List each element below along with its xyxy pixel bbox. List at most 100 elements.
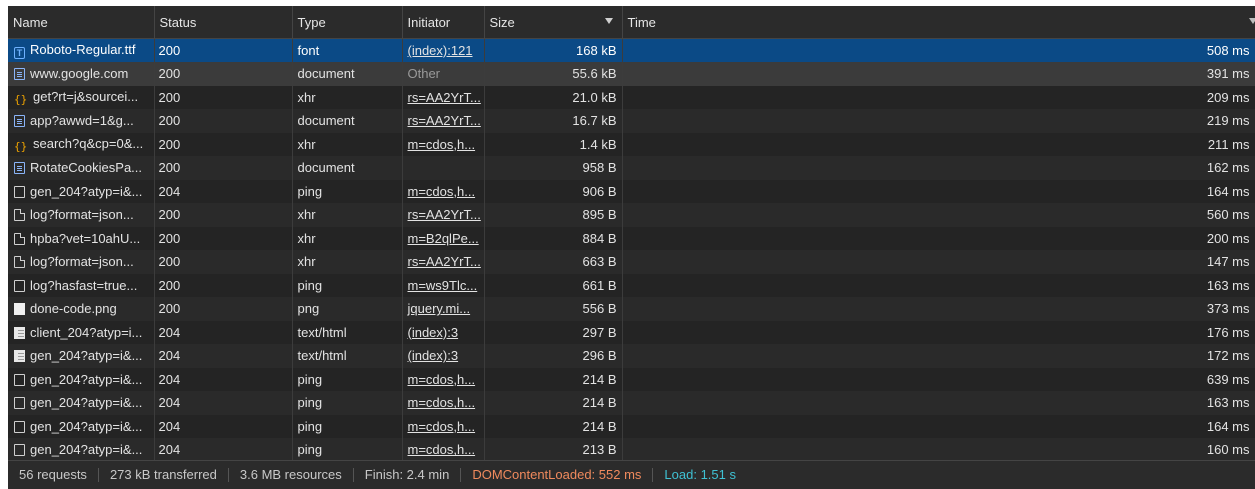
initiator-link[interactable]: m=cdos,h... — [408, 395, 476, 410]
cell-time: 147 ms — [622, 250, 1255, 274]
cell-initiator: (index):121 — [402, 38, 485, 62]
table-row[interactable]: hpba?vet=10ahU... 200 xhr m=B2qlPe... 884 B2… — [8, 226, 1255, 250]
cell-type: xhr — [292, 85, 403, 109]
request-name: hpba?vet=10ahU... — [30, 230, 141, 246]
cell-time: 163 ms — [622, 391, 1255, 415]
cell-name[interactable]: {} search?q&cp=0&... — [8, 132, 155, 156]
blank-file-icon — [14, 185, 25, 198]
cell-time: 209 ms — [622, 85, 1255, 109]
column-header-type[interactable]: Type — [292, 6, 403, 39]
cell-status: 204 — [154, 414, 293, 438]
table-row[interactable]: T Roboto-Regular.ttf 200 font (index):121 168… — [8, 38, 1255, 62]
cell-name[interactable]: {} get?rt=j&sourcei... — [8, 85, 155, 109]
table-row[interactable]: RotateCookiesPa... 200 document 958 B 162 ms — [8, 156, 1255, 180]
cell-size: 21.0 kB — [484, 85, 623, 109]
cell-name[interactable]: client_204?atyp=i... — [8, 320, 155, 344]
blank-file-icon — [14, 373, 25, 386]
cell-initiator: m=cdos,h... — [402, 132, 485, 156]
cell-size: 958 B — [484, 156, 623, 180]
column-header-status[interactable]: Status — [154, 6, 293, 39]
cell-type: xhr — [292, 203, 403, 227]
initiator-link[interactable]: m=ws9Tlc... — [408, 278, 478, 293]
table-row[interactable]: app?awwd=1&g... 200 document rs=AA2YrT... 16… — [8, 109, 1255, 133]
cell-time: 162 ms — [622, 156, 1255, 180]
table-row[interactable]: {} search?q&cp=0&... 200 xhr m=cdos,h... 1.4 … — [8, 132, 1255, 156]
cell-status: 204 — [154, 344, 293, 368]
initiator-link[interactable]: rs=AA2YrT... — [408, 113, 481, 128]
table-row[interactable]: client_204?atyp=i... 204 text/html (index):… — [8, 320, 1255, 344]
xhr-icon: {} — [14, 92, 28, 106]
initiator-link[interactable]: m=B2qlPe... — [408, 231, 479, 246]
cell-name[interactable]: gen_204?atyp=i&... — [8, 344, 155, 368]
cell-size: 556 B — [484, 297, 623, 321]
cell-time: 211 ms — [622, 132, 1255, 156]
initiator-link[interactable]: rs=AA2YrT... — [408, 207, 481, 222]
column-header-time[interactable]: Time — [622, 6, 1255, 39]
cell-status: 200 — [154, 38, 293, 62]
cell-name[interactable]: www.google.com — [8, 62, 155, 86]
table-row[interactable]: www.google.com 200 document Other 55.6 kB 391… — [8, 62, 1255, 86]
initiator-link[interactable]: m=cdos,h... — [408, 442, 476, 457]
chevron-down-icon[interactable] — [1248, 18, 1254, 24]
initiator-link[interactable]: (index):3 — [408, 325, 459, 340]
initiator-link[interactable]: rs=AA2YrT... — [408, 254, 481, 269]
cell-name[interactable]: gen_204?atyp=i&... — [8, 438, 155, 462]
request-name: gen_204?atyp=i&... — [30, 442, 143, 458]
blank-file-icon — [14, 444, 25, 457]
cell-name[interactable]: gen_204?atyp=i&... — [8, 367, 155, 391]
initiator-link[interactable]: (index):3 — [408, 348, 459, 363]
cell-name[interactable]: gen_204?atyp=i&... — [8, 179, 155, 203]
cell-type: font — [292, 38, 403, 62]
cell-size: 297 B — [484, 320, 623, 344]
cell-name[interactable]: T Roboto-Regular.ttf — [8, 38, 155, 62]
table-row[interactable]: gen_204?atyp=i&... 204 ping m=cdos,h... 214 … — [8, 414, 1255, 438]
cell-type: ping — [292, 414, 403, 438]
initiator-link[interactable]: rs=AA2YrT... — [408, 90, 481, 105]
cell-status: 204 — [154, 391, 293, 415]
column-header-size[interactable]: Size — [484, 6, 623, 39]
initiator-link[interactable]: jquery.mi... — [408, 301, 471, 316]
cell-status: 200 — [154, 132, 293, 156]
table-row[interactable]: log?format=json... 200 xhr rs=AA2YrT... 663 … — [8, 250, 1255, 274]
initiator-link[interactable]: m=cdos,h... — [408, 184, 476, 199]
cell-name[interactable]: done-code.png — [8, 297, 155, 321]
cell-type: xhr — [292, 250, 403, 274]
cell-size: 214 B — [484, 414, 623, 438]
table-row[interactable]: {} get?rt=j&sourcei... 200 xhr rs=AA2YrT... 2… — [8, 85, 1255, 109]
cell-name[interactable]: log?hasfast=true... — [8, 273, 155, 297]
table-row[interactable]: log?hasfast=true... 200 ping m=ws9Tlc... 661… — [8, 273, 1255, 297]
transferred-size: 273 kB transferred — [99, 468, 229, 482]
initiator-link[interactable]: m=cdos,h... — [408, 137, 476, 152]
cell-status: 204 — [154, 179, 293, 203]
cell-size: 213 B — [484, 438, 623, 462]
cell-initiator: m=ws9Tlc... — [402, 273, 485, 297]
cell-time: 176 ms — [622, 320, 1255, 344]
cell-name[interactable]: gen_204?atyp=i&... — [8, 414, 155, 438]
initiator-link[interactable]: (index):121 — [408, 43, 473, 58]
table-row[interactable]: done-code.png 200 png jquery.mi... 556 B 373 … — [8, 297, 1255, 321]
cell-initiator: m=cdos,h... — [402, 391, 485, 415]
column-header-initiator[interactable]: Initiator — [402, 6, 485, 39]
table-row[interactable]: gen_204?atyp=i&... 204 text/html (index):3 2… — [8, 344, 1255, 368]
table-row[interactable]: gen_204?atyp=i&... 204 ping m=cdos,h... 214 … — [8, 367, 1255, 391]
table-row[interactable]: log?format=json... 200 xhr rs=AA2YrT... 895 … — [8, 203, 1255, 227]
cell-name[interactable]: hpba?vet=10ahU... — [8, 226, 155, 250]
request-name: app?awwd=1&g... — [30, 113, 134, 129]
initiator-link[interactable]: m=cdos,h... — [408, 419, 476, 434]
column-header-name[interactable]: Name — [8, 6, 155, 39]
table-row[interactable]: gen_204?atyp=i&... 204 ping m=cdos,h... 213 … — [8, 438, 1255, 462]
initiator-link[interactable]: m=cdos,h... — [408, 372, 476, 387]
request-name: search?q&cp=0&... — [33, 135, 144, 151]
cell-name[interactable]: log?format=json... — [8, 250, 155, 274]
cell-name[interactable]: app?awwd=1&g... — [8, 109, 155, 133]
file-icon — [14, 209, 25, 222]
cell-name[interactable]: log?format=json... — [8, 203, 155, 227]
cell-size: 16.7 kB — [484, 109, 623, 133]
cell-status: 200 — [154, 203, 293, 227]
cell-initiator: m=cdos,h... — [402, 367, 485, 391]
cell-initiator — [402, 156, 485, 180]
table-row[interactable]: gen_204?atyp=i&... 204 ping m=cdos,h... 906 … — [8, 179, 1255, 203]
cell-name[interactable]: gen_204?atyp=i&... — [8, 391, 155, 415]
cell-name[interactable]: RotateCookiesPa... — [8, 156, 155, 180]
table-row[interactable]: gen_204?atyp=i&... 204 ping m=cdos,h... 214 … — [8, 391, 1255, 415]
